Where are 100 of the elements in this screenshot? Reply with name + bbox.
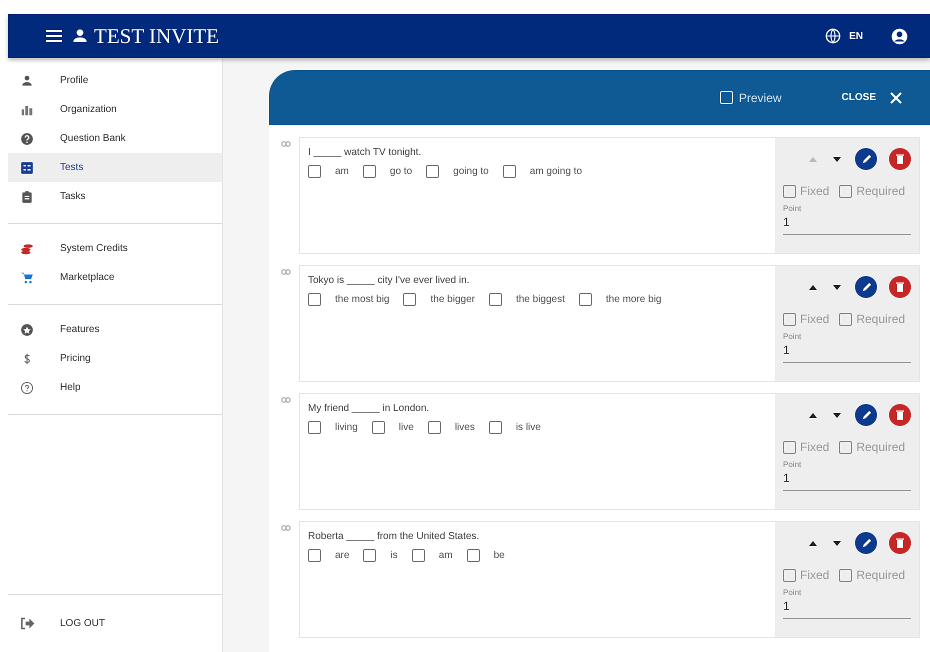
person-icon [20,74,34,88]
checkbox[interactable] [308,421,321,434]
move-up-button[interactable] [807,284,819,290]
point-label: Point [783,588,802,597]
globe-icon[interactable] [825,28,842,44]
account-icon[interactable] [891,28,908,44]
cart-icon [20,270,34,284]
pencil-icon [860,410,872,420]
move-up-button[interactable] [807,540,819,546]
move-up-button[interactable] [807,412,819,418]
option-label: are [335,550,350,561]
checkbox[interactable] [428,421,441,434]
option-label: am [335,166,349,177]
sidebar-item[interactable]: Pricing [8,344,222,373]
checkbox[interactable] [839,440,852,454]
question-text: Roberta _____ from the United States. [308,531,480,542]
caret-down-icon [833,540,841,546]
sidebar-item[interactable]: Tests [8,153,222,182]
option-label: am going to [530,166,582,177]
point-field[interactable]: 1 [783,213,911,235]
move-down-button[interactable] [831,284,843,290]
checkbox[interactable] [839,184,852,198]
checkbox[interactable] [403,293,416,306]
edit-button[interactable] [855,148,877,170]
move-down-button[interactable] [831,156,843,162]
checkbox[interactable] [308,549,321,562]
close-button[interactable]: CLOSE [842,92,902,104]
option-label: be [494,550,505,561]
checkbox[interactable] [308,293,321,306]
option-label: going to [453,166,489,177]
checkbox[interactable] [412,549,425,562]
checkbox[interactable] [466,549,480,562]
delete-button[interactable] [889,148,911,170]
delete-button[interactable] [889,276,911,298]
checkbox[interactable] [839,568,852,582]
option-label: the biggest [516,294,565,305]
point-label: Point [783,332,802,341]
required-label: Required [856,568,906,582]
pencil-icon [860,154,872,164]
point-field[interactable]: 1 [783,341,911,363]
option-label: live [398,422,414,433]
checkbox[interactable] [488,293,502,306]
question-text: My friend _____ in London. [308,403,430,414]
required-label: Required [856,440,906,454]
edit-button[interactable] [855,404,877,426]
edit-button[interactable] [855,532,877,554]
close-icon [890,92,902,104]
delete-button[interactable] [889,532,911,554]
option-label: is live [516,422,541,433]
trash-icon [895,538,905,548]
menu-icon[interactable] [46,30,62,42]
point-field[interactable]: 1 [783,469,911,491]
logout-icon [20,617,35,630]
checkbox[interactable] [783,440,796,454]
checkbox[interactable] [363,549,376,562]
trash-icon [895,282,905,292]
checkbox[interactable] [308,165,321,178]
delete-button[interactable] [889,404,911,426]
sidebar-item[interactable]: Features [8,315,222,344]
checkbox[interactable] [362,165,376,178]
list-icon [20,160,34,174]
checkbox[interactable] [783,312,796,326]
checkbox[interactable] [578,293,592,306]
checkbox[interactable] [372,421,385,434]
option-label: go to [390,166,412,177]
checkbox[interactable] [783,184,796,198]
point-label: Point [783,204,802,213]
sidebar-item[interactable]: Question Bank [8,124,222,153]
sidebar-item[interactable]: Organization [8,95,222,124]
move-down-button[interactable] [831,540,843,546]
question-text: Tokyo is _____ city I've ever lived in. [308,275,470,286]
checkbox[interactable] [426,165,440,178]
logout-item[interactable]: LOG OUT [8,594,222,652]
fixed-label: Fixed [800,440,830,454]
checkbox[interactable] [783,568,796,582]
sidebar-item[interactable]: Profile [8,66,222,95]
sidebar-item[interactable]: Tasks [8,182,222,211]
point-field[interactable]: 1 [783,597,911,619]
link-icon [281,397,291,403]
caret-down-icon [833,412,841,418]
preview-toggle[interactable]: Preview [720,90,782,104]
sidebar-item[interactable]: System Credits [8,234,222,263]
clipboard-icon [20,190,34,204]
sidebar-item[interactable]: Help [8,373,222,402]
caret-up-icon [809,412,817,418]
option-label: is [390,550,398,561]
sidebar-item[interactable]: Marketplace [8,263,222,292]
caret-up-icon [809,156,817,162]
link-icon [281,141,291,147]
option-label: am [438,550,453,561]
person-icon [72,28,88,44]
language-label[interactable]: EN [849,30,863,42]
caret-down-icon [833,284,841,290]
checkbox[interactable] [488,421,502,434]
move-down-button[interactable] [831,412,843,418]
checkbox[interactable] [502,165,516,178]
point-label: Point [783,460,802,469]
edit-button[interactable] [855,276,877,298]
checkbox[interactable] [839,312,852,326]
question-text: I _____ watch TV tonight. [308,147,422,158]
